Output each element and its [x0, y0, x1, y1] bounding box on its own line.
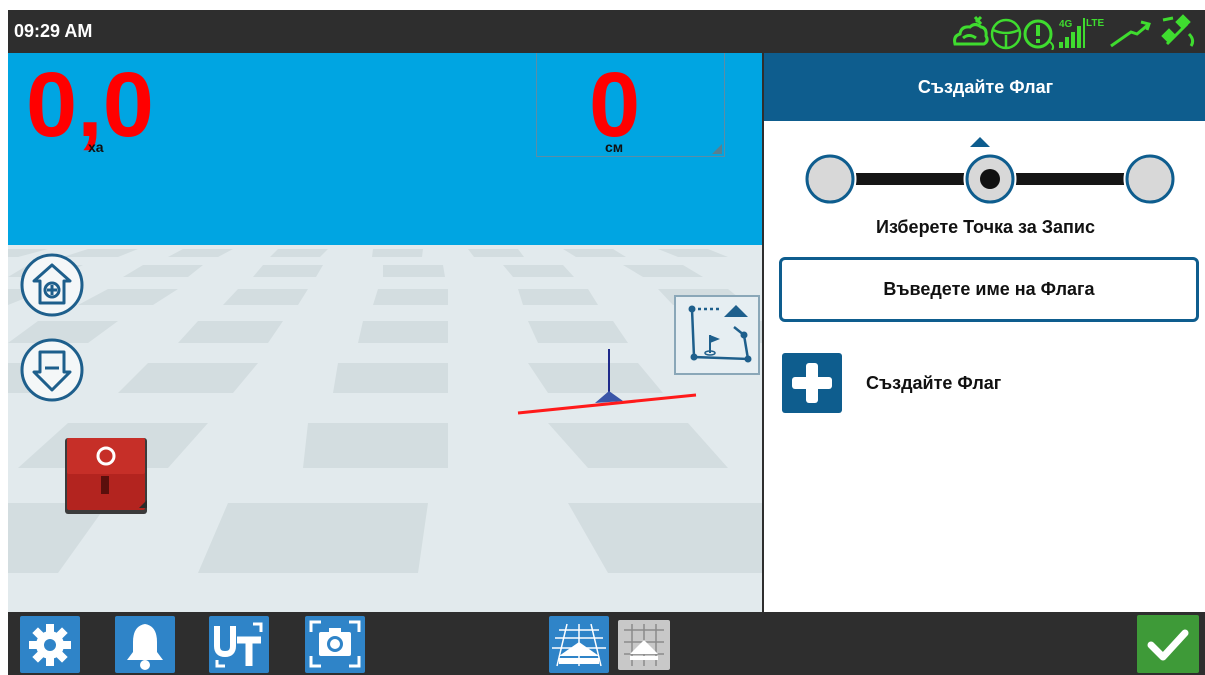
panel-title: Създайте Флаг — [764, 53, 1205, 121]
alert-icon[interactable] — [1023, 19, 1055, 51]
overhead-view-icon — [624, 624, 664, 666]
cloud-sync-icon[interactable] — [953, 15, 989, 46]
plus-icon — [782, 353, 842, 413]
zoom-out-button[interactable] — [20, 338, 84, 402]
area-unit: ха — [88, 139, 104, 155]
widget-resize-corner — [712, 144, 722, 154]
network-lte-text: LTE — [1086, 18, 1104, 29]
status-bar: 09:29 AM 4G LTE — [8, 10, 1205, 53]
map-view[interactable]: 0,0 ха 0 см — [8, 53, 762, 612]
record-point-selector[interactable] — [800, 133, 1180, 213]
alerts-button[interactable] — [115, 616, 175, 673]
satellite-icon[interactable] — [1161, 14, 1195, 47]
crosstrack-value: 0 — [589, 54, 641, 156]
create-flag-label: Създайте Флаг — [866, 372, 1002, 393]
settings-button[interactable] — [20, 616, 80, 673]
crosstrack-widget[interactable]: 0 см — [536, 53, 725, 157]
bottom-toolbar — [8, 612, 1205, 675]
zoom-in-icon — [20, 253, 84, 317]
record-point-caption: Изберете Точка за Запис — [876, 217, 1095, 237]
area-value: 0,0 — [26, 54, 154, 156]
camera-icon — [309, 620, 361, 668]
status-icons: 4G LTE — [951, 14, 1201, 51]
record-point-3[interactable] — [1123, 152, 1177, 206]
confirm-button[interactable] — [1137, 615, 1199, 673]
bell-icon — [127, 624, 163, 670]
network-4g-text: 4G — [1059, 19, 1073, 30]
4g-lte-signal-icon[interactable]: 4G LTE — [1059, 18, 1104, 48]
flag-name-input[interactable]: Въведете име на Флага — [779, 257, 1199, 322]
crosstrack-unit: см — [605, 139, 624, 155]
clock: 09:29 AM — [14, 21, 93, 41]
create-flag-button[interactable]: Създайте Флаг — [782, 353, 1182, 413]
selected-point-marker — [970, 137, 990, 147]
overhead-view-button[interactable] — [618, 620, 670, 670]
master-switch-button[interactable] — [63, 436, 149, 516]
zoom-in-button[interactable] — [20, 253, 84, 317]
boundary-button[interactable] — [674, 295, 762, 375]
record-point-2[interactable] — [963, 152, 1017, 206]
screenshot-button[interactable] — [305, 616, 365, 673]
universal-terminal-button[interactable] — [209, 616, 269, 673]
correction-signal-icon[interactable] — [1110, 20, 1151, 48]
checkmark-icon — [1147, 629, 1189, 661]
perspective-view-button[interactable] — [549, 616, 609, 673]
power-switch-icon — [65, 438, 147, 514]
perspective-view-icon — [552, 623, 606, 667]
boundary-flag-icon — [674, 295, 760, 375]
zoom-out-icon — [20, 338, 84, 402]
universal-terminal-icon — [214, 622, 263, 668]
record-point-1[interactable] — [803, 152, 857, 206]
steering-wheel-icon[interactable] — [990, 18, 1022, 50]
create-flag-panel: Създайте Флаг Изберете Точка за Запис Въ… — [762, 53, 1205, 612]
settings-icon — [29, 624, 71, 666]
screen-frame: 09:29 AM 4G LTE 0,0 ха 0 см Създайте Фла… — [0, 0, 1205, 675]
